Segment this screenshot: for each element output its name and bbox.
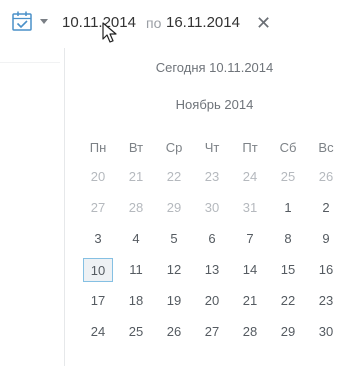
calendar-day[interactable]: 26: [311, 165, 341, 189]
calendar-day[interactable]: 31: [235, 196, 265, 220]
calendar-day[interactable]: 22: [159, 165, 189, 189]
calendar-day[interactable]: 28: [235, 320, 265, 344]
calendar-day[interactable]: 11: [121, 258, 151, 282]
calendar-day[interactable]: 21: [235, 289, 265, 313]
chevron-down-icon[interactable]: [40, 19, 48, 24]
calendar-icon[interactable]: [11, 10, 33, 32]
calendar-day[interactable]: 15: [273, 258, 303, 282]
calendar-day[interactable]: 9: [311, 227, 341, 251]
calendar-day[interactable]: 5: [159, 227, 189, 251]
divider: [0, 62, 60, 63]
calendar-popup: Сегодня 10.11.2014 Ноябрь 2014 Пн Вт Ср …: [64, 48, 363, 366]
calendar-day[interactable]: 30: [197, 196, 227, 220]
calendar-day[interactable]: 17: [83, 289, 113, 313]
calendar-day[interactable]: 26: [159, 320, 189, 344]
weekday-label: Чт: [204, 140, 220, 155]
calendar-day[interactable]: 29: [159, 196, 189, 220]
calendar-day[interactable]: 27: [197, 320, 227, 344]
calendar-day[interactable]: 8: [273, 227, 303, 251]
calendar-day[interactable]: 18: [121, 289, 151, 313]
calendar-day[interactable]: 24: [235, 165, 265, 189]
calendar-day[interactable]: 30: [311, 320, 341, 344]
date-from[interactable]: 10.11.2014: [62, 14, 136, 31]
calendar-day[interactable]: 6: [197, 227, 227, 251]
calendar-day[interactable]: 21: [121, 165, 151, 189]
calendar-day[interactable]: 2: [311, 196, 341, 220]
calendar-week-row: 3456789: [83, 227, 353, 251]
weekday-label: Пн: [89, 140, 107, 155]
calendar-day[interactable]: 28: [121, 196, 151, 220]
calendar-week-row: 20 21 22 23 24 25 26: [83, 165, 353, 189]
calendar-day[interactable]: 4: [121, 227, 151, 251]
month-title: Ноябрь 2014: [175, 97, 254, 112]
calendar-day[interactable]: 20: [83, 165, 113, 189]
calendar-day[interactable]: 13: [197, 258, 227, 282]
calendar-day[interactable]: 19: [159, 289, 189, 313]
date-to[interactable]: 16.11.2014: [166, 14, 240, 31]
calendar-day[interactable]: 29: [273, 320, 303, 344]
weekday-label: Вт: [128, 140, 144, 155]
calendar-day[interactable]: 25: [273, 165, 303, 189]
range-separator: по: [146, 15, 162, 31]
calendar-grid: Пн Вт Ср Чт Пт Сб Вс 20 21 22 23 24 25 26 27 28 2…: [83, 136, 353, 344]
calendar-day[interactable]: 23: [311, 289, 341, 313]
calendar-day[interactable]: 14: [235, 258, 265, 282]
calendar-day[interactable]: 23: [197, 165, 227, 189]
weekday-header: Пн Вт Ср Чт Пт Сб Вс: [83, 136, 353, 160]
mouse-pointer-icon: [102, 22, 117, 43]
calendar-day[interactable]: 20: [197, 289, 227, 313]
calendar-day[interactable]: 16: [311, 258, 341, 282]
weekday-label: Ср: [165, 140, 183, 155]
close-icon[interactable]: ✕: [256, 14, 271, 32]
weekday-label: Сб: [279, 140, 297, 155]
calendar-day[interactable]: 1: [273, 196, 303, 220]
weekday-label: Пт: [242, 140, 258, 155]
calendar-day[interactable]: 22: [273, 289, 303, 313]
calendar-week-row: 17 18 19 20 21 22 23: [83, 289, 353, 313]
calendar-week-row: 27 28 29 30 31 1 2: [83, 196, 353, 220]
weekday-label: Вс: [318, 140, 334, 155]
calendar-day[interactable]: 25: [121, 320, 151, 344]
today-link[interactable]: Сегодня 10.11.2014: [65, 60, 363, 75]
calendar-day[interactable]: 24: [83, 320, 113, 344]
calendar-day[interactable]: 12: [159, 258, 189, 282]
calendar-day[interactable]: 7: [235, 227, 265, 251]
calendar-day[interactable]: 3: [83, 227, 113, 251]
calendar-week-row: 10 11 12 13 14 15 16: [83, 258, 353, 282]
calendar-day-selected[interactable]: 10: [83, 258, 113, 282]
calendar-week-row: 24 25 26 27 28 29 30: [83, 320, 353, 344]
calendar-day[interactable]: 27: [83, 196, 113, 220]
date-range-bar: 10.11.2014 по 16.11.2014 ✕: [0, 0, 363, 63]
